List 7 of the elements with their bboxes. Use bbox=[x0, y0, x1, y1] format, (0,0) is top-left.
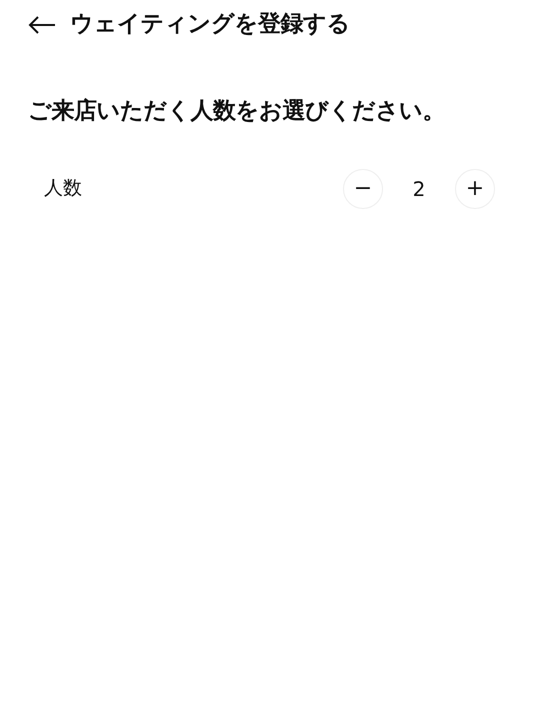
increment-button[interactable]: + bbox=[455, 168, 495, 208]
party-size-label: 人数 bbox=[44, 176, 82, 202]
page-title: ウェイティングを登録する bbox=[70, 11, 350, 39]
back-arrow-icon[interactable] bbox=[28, 16, 56, 34]
question-text: ご来店いただく人数をお選びください。 bbox=[28, 97, 446, 126]
decrement-button[interactable]: − bbox=[343, 168, 383, 208]
party-size-value: 2 bbox=[412, 176, 426, 202]
